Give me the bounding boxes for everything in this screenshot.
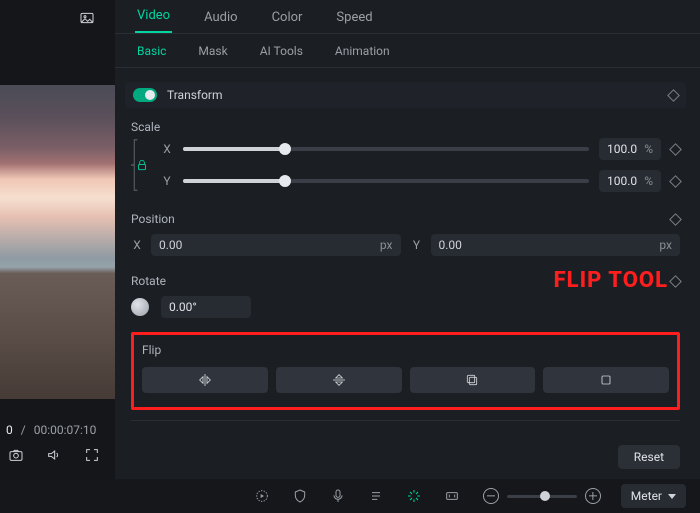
list-icon[interactable] [368,488,384,504]
chevron-down-icon [668,494,676,499]
scale-lock-icon[interactable] [135,158,149,172]
zoom-control [483,488,601,504]
scale-x-keyframe[interactable] [669,143,682,156]
scale-x-input[interactable]: 100.0 % [599,138,661,160]
scale-x-slider[interactable] [183,147,589,151]
aspect-ratio-icon[interactable] [444,488,460,504]
rotate-keyframe[interactable] [669,275,682,288]
zoom-out-button[interactable] [483,488,499,504]
mic-icon[interactable] [330,488,346,504]
preview-column: 0 / 00:00:07:10 [0,0,115,479]
compositing-section: Compositing [131,431,680,435]
subtab-aitools[interactable]: AI Tools [258,40,305,62]
flip-copy-button[interactable] [410,367,536,393]
rotate-label: Rotate [131,274,166,288]
volume-icon[interactable] [46,447,62,463]
time-duration: 00:00:07:10 [34,423,97,437]
properties-panel: Video Audio Color Speed Basic Mask AI To… [115,0,700,479]
tab-speed[interactable]: Speed [334,2,374,33]
transform-toggle[interactable] [133,88,157,102]
rotate-input[interactable]: 0.00° [161,296,251,318]
position-y-axis-label: Y [411,238,423,252]
time-separator: / [21,423,26,437]
main-tabs: Video Audio Color Speed [115,0,700,34]
flip-horizontal-button[interactable] [142,367,268,393]
scale-y-axis-label: Y [161,174,173,188]
transform-label: Transform [167,88,223,102]
rotate-dial[interactable] [131,298,149,316]
scale-y-slider[interactable] [183,179,589,183]
zoom-slider[interactable] [507,495,577,498]
zoom-in-button[interactable] [585,488,601,504]
time-current: 0 [6,423,13,437]
play-icon[interactable] [254,488,270,504]
snapshot-icon[interactable] [8,447,24,463]
meter-dropdown[interactable]: Meter [621,484,686,508]
position-y-input[interactable]: 0.00 px [431,234,681,256]
scale-label: Scale [131,120,680,134]
scale-y-input[interactable]: 100.0 % [599,170,661,192]
flip-highlight-box: Flip [131,332,680,410]
tab-audio[interactable]: Audio [202,2,239,33]
transform-section: Transform [125,82,686,108]
scale-x-axis-label: X [161,142,173,156]
flip-crop-button[interactable] [543,367,669,393]
position-keyframe[interactable] [669,213,682,226]
fullscreen-icon[interactable] [84,447,100,463]
scale-y-keyframe[interactable] [669,175,682,188]
time-bar: 0 / 00:00:07:10 [0,419,115,441]
position-x-axis-label: X [131,238,143,252]
timeline-footer: Meter [0,479,700,513]
video-preview[interactable] [0,85,115,399]
image-icon[interactable] [79,10,95,26]
subtab-animation[interactable]: Animation [333,40,392,62]
reset-button[interactable]: Reset [618,445,680,469]
subtab-mask[interactable]: Mask [196,40,229,62]
divider [131,420,680,421]
tab-color[interactable]: Color [270,2,305,33]
position-label: Position [131,212,175,226]
flip-vertical-button[interactable] [276,367,402,393]
tab-video[interactable]: Video [135,0,172,33]
shield-icon[interactable] [292,488,308,504]
transform-keyframe[interactable] [667,89,680,102]
position-x-input[interactable]: 0.00 px [151,234,401,256]
ai-effects-icon[interactable] [406,488,422,504]
flip-label: Flip [142,343,161,357]
sub-tabs: Basic Mask AI Tools Animation [115,34,700,68]
subtab-basic[interactable]: Basic [135,40,168,62]
